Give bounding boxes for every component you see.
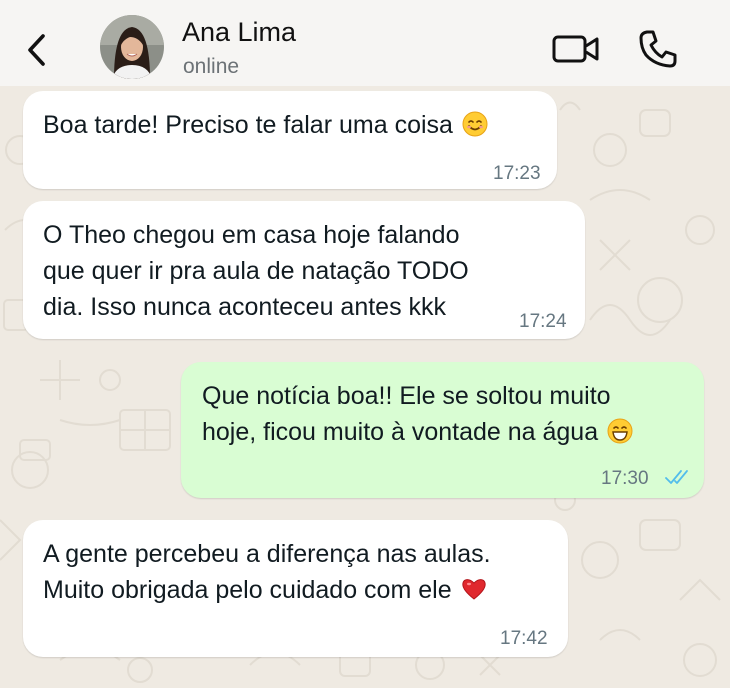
message-text: O Theo chegou em casa hoje falando que q… — [43, 221, 469, 321]
chevron-left-icon[interactable] — [22, 30, 52, 70]
message-text: Que notícia boa!! Ele se soltou muito ho… — [202, 378, 633, 450]
contact-status: online — [183, 55, 240, 78]
message-bubble-incoming[interactable]: O Theo chegou em casa hoje falando que q… — [23, 201, 585, 339]
message-bubble-incoming[interactable]: A gente percebeu a diferença nas aulas. … — [23, 520, 568, 657]
grinning-face-emoji — [607, 418, 633, 444]
video-camera-icon[interactable] — [552, 32, 600, 66]
message-bubble-incoming[interactable]: Boa tarde! Preciso te falar uma coisa 17… — [23, 91, 557, 189]
contact-name[interactable]: Ana Lima — [182, 17, 296, 48]
chat-header: Ana Lima online — [0, 0, 730, 86]
red-heart-emoji — [461, 579, 486, 600]
message-timestamp: 17:24 — [519, 311, 567, 332]
read-double-check-icon — [665, 470, 688, 484]
message-timestamp: 17:42 — [500, 628, 548, 649]
message-text: Boa tarde! Preciso te falar uma coisa — [43, 107, 488, 143]
message-timestamp: 17:23 — [493, 163, 541, 184]
message-bubble-outgoing[interactable]: Que notícia boa!! Ele se soltou muito ho… — [181, 362, 704, 498]
smiling-face-emoji — [462, 111, 488, 137]
phone-icon[interactable] — [637, 28, 679, 70]
message-timestamp: 17:30 — [601, 468, 649, 489]
avatar[interactable] — [100, 15, 164, 79]
message-text: A gente percebeu a diferença nas aulas. … — [43, 540, 491, 604]
